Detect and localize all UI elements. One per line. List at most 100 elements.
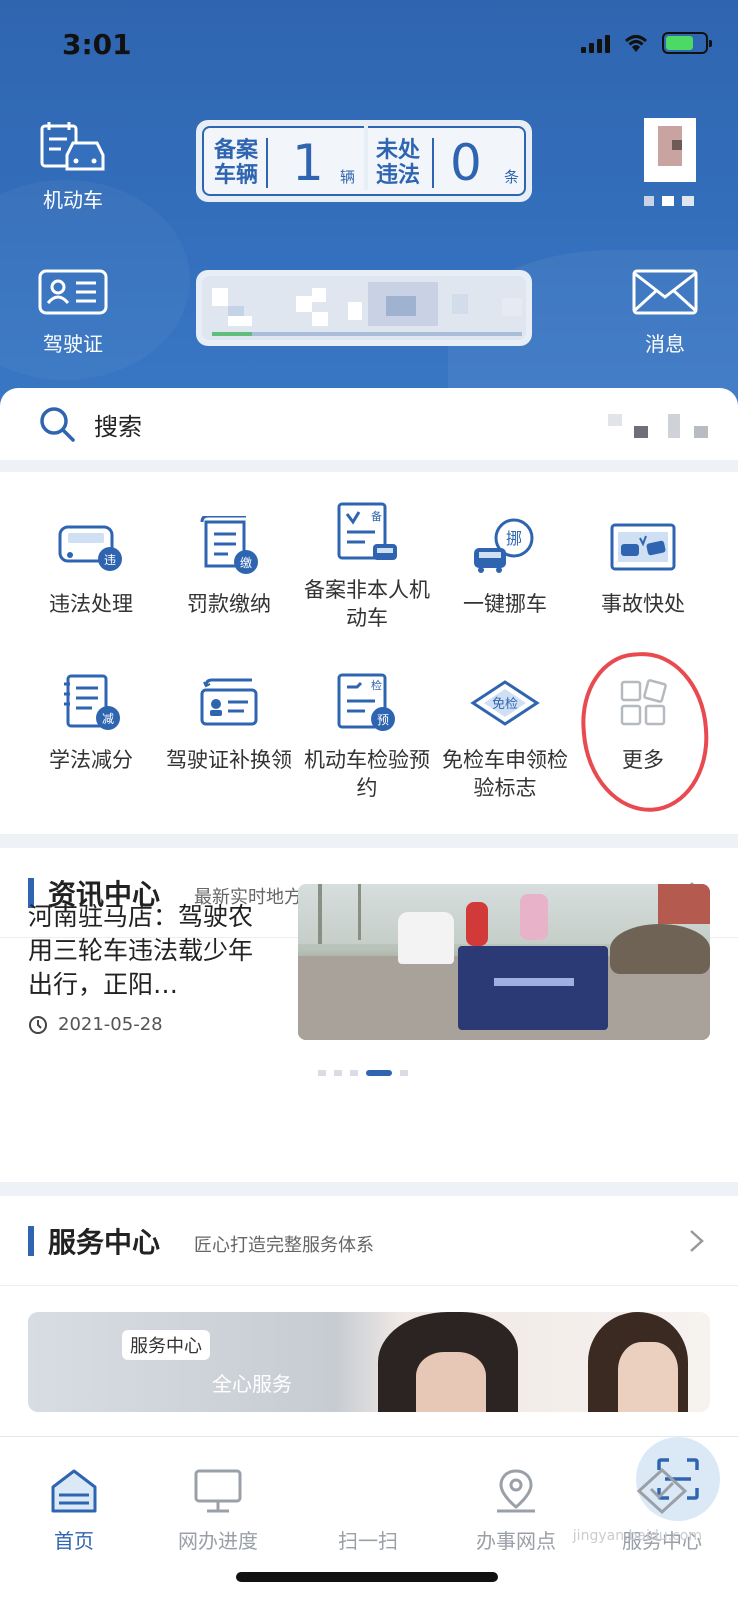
svg-text:减: 减 <box>102 712 114 726</box>
home-indicator[interactable] <box>236 1572 498 1582</box>
inspection-booking-icon: 检 预 <box>337 673 395 731</box>
svg-text:缴: 缴 <box>240 555 252 570</box>
license-summary-card[interactable] <box>196 270 532 346</box>
carousel-dot[interactable] <box>318 1070 326 1076</box>
fine-payment-icon: 缴 <box>200 516 258 574</box>
plate-label-line: 备案 <box>213 138 258 163</box>
service-license-replace[interactable]: 驾驶证补换领 <box>160 668 298 774</box>
vehicle-label: 机动车 <box>43 188 103 212</box>
message-button[interactable]: 消息 <box>610 262 720 357</box>
license-replace-icon <box>200 678 258 726</box>
plate-label-line: 车辆 <box>213 163 258 188</box>
news-date-text: 2021-05-28 <box>58 1014 163 1035</box>
service-grid: 违 违法处理 缴 罚款缴纳 备 备案非本人机动车 挪 一键挪车 事故快处 减 学… <box>0 472 738 834</box>
service-fine-payment[interactable]: 缴 罚款缴纳 <box>160 512 298 618</box>
avatar-image <box>672 140 682 150</box>
tab-progress[interactable]: 网办进度 <box>158 1463 278 1554</box>
tab-label: 办事网点 <box>476 1529 556 1553</box>
plate-label-line: 违法 <box>375 163 420 188</box>
service-inspection-booking[interactable]: 检 预 机动车检验预约 <box>298 668 436 802</box>
carousel-dot[interactable] <box>400 1070 408 1076</box>
plate-violation-label: 未处 违法 <box>372 138 424 188</box>
tab-home[interactable]: 首页 <box>14 1463 134 1554</box>
tab-label: 网办进度 <box>178 1529 258 1553</box>
diamond-handshake-icon <box>636 1467 688 1515</box>
svg-text:备: 备 <box>371 509 382 523</box>
exempt-badge-icon: 免检 <box>470 680 540 726</box>
tab-label: 扫一扫 <box>338 1529 398 1553</box>
license-blurred-info <box>202 276 526 340</box>
news-item-title: 河南驻马店：驾驶农用三轮车违法载少年出行，正阳… <box>28 902 254 999</box>
banner-text: 全心服务 <box>212 1372 292 1396</box>
svg-text:违: 违 <box>104 553 116 567</box>
section-accent-bar <box>28 1225 34 1256</box>
service-label: 免检车申领检验标志 <box>442 748 568 800</box>
service-label: 驾驶证补换领 <box>166 748 292 772</box>
watermark: jingyan.baidu.com <box>572 1528 702 1544</box>
service-center-header[interactable]: 服务中心 匠心打造完整服务体系 <box>0 1196 738 1286</box>
service-center-section: 服务中心 匠心打造完整服务体系 服务中心 全心服务 <box>0 1196 738 1436</box>
plate-divider <box>266 138 268 188</box>
service-label: 一键挪车 <box>463 592 547 616</box>
tab-locations[interactable]: 办事网点 <box>456 1463 576 1554</box>
svg-text:检: 检 <box>371 678 382 692</box>
service-exempt-badge[interactable]: 免检 免检车申领检验标志 <box>436 668 574 802</box>
location-pin-icon <box>497 1469 535 1513</box>
plate-frame: 备案 车辆 1 辆 未处 违法 0 条 <box>202 126 526 196</box>
service-center-banner[interactable]: 服务中心 全心服务 <box>28 1312 710 1412</box>
avatar[interactable] <box>644 118 696 182</box>
battery-icon <box>662 32 712 54</box>
wifi-icon <box>624 35 648 52</box>
search-location-blur <box>608 414 708 438</box>
news-section: 资讯中心 最新实时地方交通资讯 河南驻马店：驾驶农用三轮车违法载少年出行，正阳…… <box>0 848 738 1182</box>
svg-text:预: 预 <box>377 713 389 727</box>
monitor-icon <box>194 1469 242 1513</box>
carousel-dot-active[interactable] <box>366 1070 392 1076</box>
vehicle-summary-plate[interactable]: 备案 车辆 1 辆 未处 违法 0 条 <box>196 120 532 202</box>
move-car-icon: 挪 <box>474 518 534 573</box>
service-label: 机动车检验预约 <box>304 748 430 800</box>
service-accident[interactable]: 事故快处 <box>574 512 712 618</box>
carousel-dot[interactable] <box>350 1070 358 1076</box>
service-label: 事故快处 <box>601 592 685 616</box>
study-points-icon: 减 <box>64 674 120 730</box>
signal-icon <box>581 33 610 53</box>
tab-scan[interactable]: 扫一扫 <box>308 1437 720 1554</box>
svg-text:挪: 挪 <box>506 529 522 548</box>
service-label: 学法减分 <box>49 748 133 772</box>
service-move-car[interactable]: 挪 一键挪车 <box>436 512 574 618</box>
violation-count: 0 <box>450 134 482 192</box>
carousel-dots[interactable] <box>318 1070 408 1076</box>
license-button[interactable]: 驾驶证 <box>18 262 128 357</box>
tab-label: 首页 <box>54 1529 94 1553</box>
license-card-icon <box>38 269 108 315</box>
status-time: 3:01 <box>62 28 132 61</box>
registered-vehicle-count: 1 <box>292 134 324 192</box>
plate-divider <box>432 138 434 188</box>
plate-label-line: 未处 <box>375 138 420 163</box>
service-label: 备案非本人机动车 <box>304 578 430 630</box>
vehicle-button[interactable]: 机动车 <box>18 118 128 213</box>
violation-count-unit: 条 <box>504 168 520 186</box>
avatar-caption-blur <box>662 196 674 206</box>
license-label: 驾驶证 <box>43 332 103 356</box>
clock-icon <box>29 1015 47 1034</box>
service-register-vehicle[interactable]: 备 备案非本人机动车 <box>298 498 436 632</box>
register-vehicle-icon: 备 <box>337 502 397 560</box>
search-icon <box>40 407 75 442</box>
news-item-date: 2021-05-28 <box>28 1014 163 1035</box>
carousel-dot[interactable] <box>334 1070 342 1076</box>
chevron-right-icon[interactable] <box>688 1228 706 1254</box>
search-bar[interactable]: 搜索 <box>0 388 738 460</box>
service-study-points[interactable]: 减 学法减分 <box>22 668 160 774</box>
status-icons <box>581 32 712 54</box>
service-center-subtitle: 匠心打造完整服务体系 <box>194 1234 375 1256</box>
avatar-caption-blur <box>644 196 654 206</box>
avatar-caption-blur <box>682 196 694 206</box>
service-center-title: 服务中心 <box>48 1225 161 1259</box>
service-violation[interactable]: 违 违法处理 <box>22 512 160 618</box>
service-label: 罚款缴纳 <box>187 592 271 616</box>
service-label: 违法处理 <box>49 592 133 616</box>
vehicle-count-unit: 辆 <box>340 168 356 186</box>
vehicle-icon <box>40 122 105 171</box>
